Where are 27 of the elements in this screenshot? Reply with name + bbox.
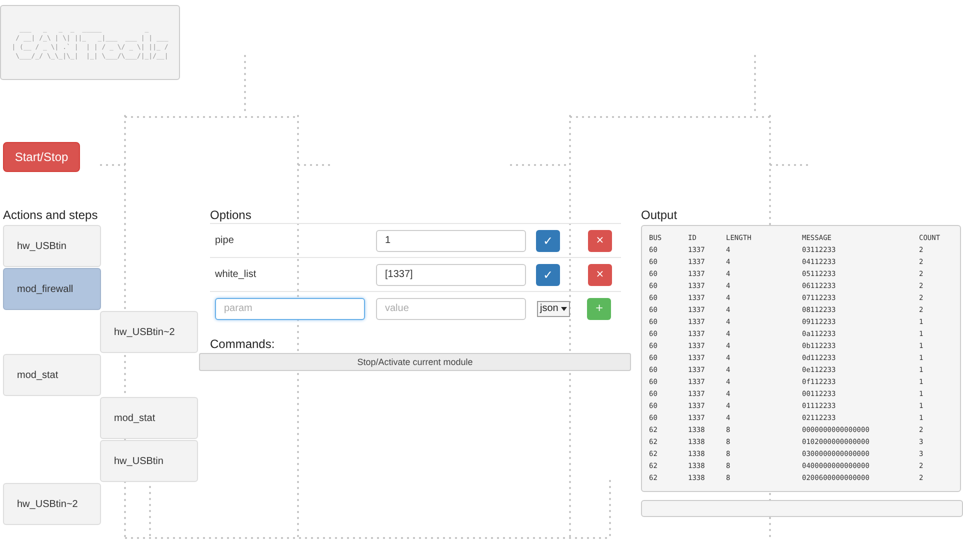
remove-button[interactable]: ×	[588, 264, 612, 286]
type-label: json	[540, 302, 558, 316]
section-title: Output	[641, 208, 678, 223]
option-value-field[interactable]: 1	[376, 230, 526, 252]
section-title: Actions and steps	[3, 208, 99, 223]
option-name: pipe	[214, 235, 235, 246]
value-field[interactable]: value	[376, 298, 526, 320]
step-item[interactable]: hw_USBtin	[100, 440, 198, 482]
step-item[interactable]: hw_USBtin	[3, 225, 101, 267]
save-button[interactable]: ✓	[536, 264, 560, 286]
type-select[interactable]: json	[537, 300, 570, 316]
section-title: Commands:	[209, 337, 276, 352]
option-name: white_list	[214, 269, 258, 280]
step-item[interactable]: hw_USBtin~2	[3, 483, 101, 525]
section-title: Options	[209, 208, 252, 223]
caret-icon	[561, 306, 568, 310]
option-value-field[interactable]: [1337]	[376, 264, 526, 286]
start-stop-button[interactable]: Start/Stop	[3, 142, 80, 172]
step-item[interactable]: mod_stat	[100, 397, 198, 439]
remove-button[interactable]: ×	[588, 230, 612, 252]
save-button[interactable]: ✓	[536, 230, 560, 252]
output-field[interactable]	[641, 500, 963, 517]
stop-activate-button[interactable]: Stop/Activate current module	[199, 353, 631, 371]
step-item[interactable]: hw_USBtin~2	[100, 311, 198, 353]
param-field[interactable]: param	[215, 298, 365, 320]
step-item[interactable]: mod_stat	[3, 354, 101, 396]
step-item[interactable]: mod_firewall	[3, 268, 101, 310]
